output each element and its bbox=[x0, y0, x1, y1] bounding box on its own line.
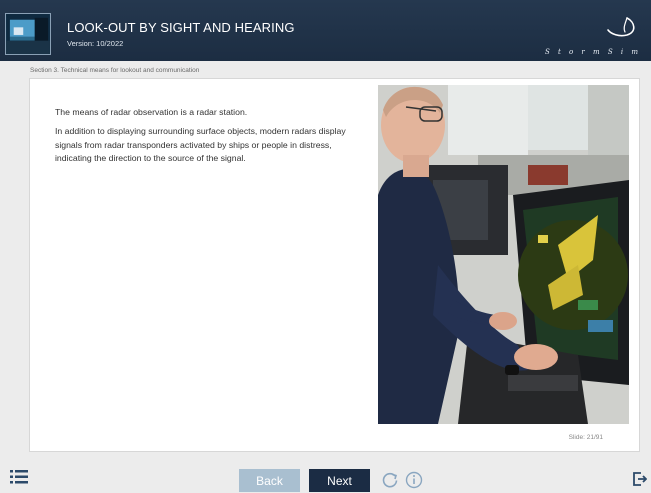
logo-swirl-icon bbox=[607, 17, 635, 37]
slide-content-card: The means of radar observation is a rada… bbox=[29, 78, 640, 452]
breadcrumb: Section 3. Technical means for lookout a… bbox=[30, 67, 200, 74]
reload-icon[interactable] bbox=[381, 471, 399, 489]
next-button[interactable]: Next bbox=[309, 469, 370, 492]
paragraph-2: In addition to displaying surrounding su… bbox=[55, 126, 346, 164]
app-header: LOOK-OUT BY SIGHT AND HEARING Version: 1… bbox=[0, 0, 651, 61]
paragraph-1: The means of radar observation is a rada… bbox=[55, 107, 248, 117]
slide-text: The means of radar observation is a rada… bbox=[55, 106, 365, 172]
slide-counter: Slide: 21/91 bbox=[568, 434, 603, 441]
course-thumbnail bbox=[5, 13, 51, 55]
exit-icon[interactable] bbox=[633, 472, 648, 486]
course-title: LOOK-OUT BY SIGHT AND HEARING bbox=[67, 20, 295, 35]
menu-list-icon[interactable] bbox=[10, 470, 28, 484]
logo-text: S t o r m S i m bbox=[544, 48, 641, 56]
radar-operator-photo bbox=[378, 85, 629, 424]
brand-logo: S t o r m S i m bbox=[545, 16, 641, 56]
back-button[interactable]: Back bbox=[239, 469, 300, 492]
course-version: Version: 10/2022 bbox=[67, 39, 124, 48]
info-icon[interactable] bbox=[405, 471, 423, 489]
